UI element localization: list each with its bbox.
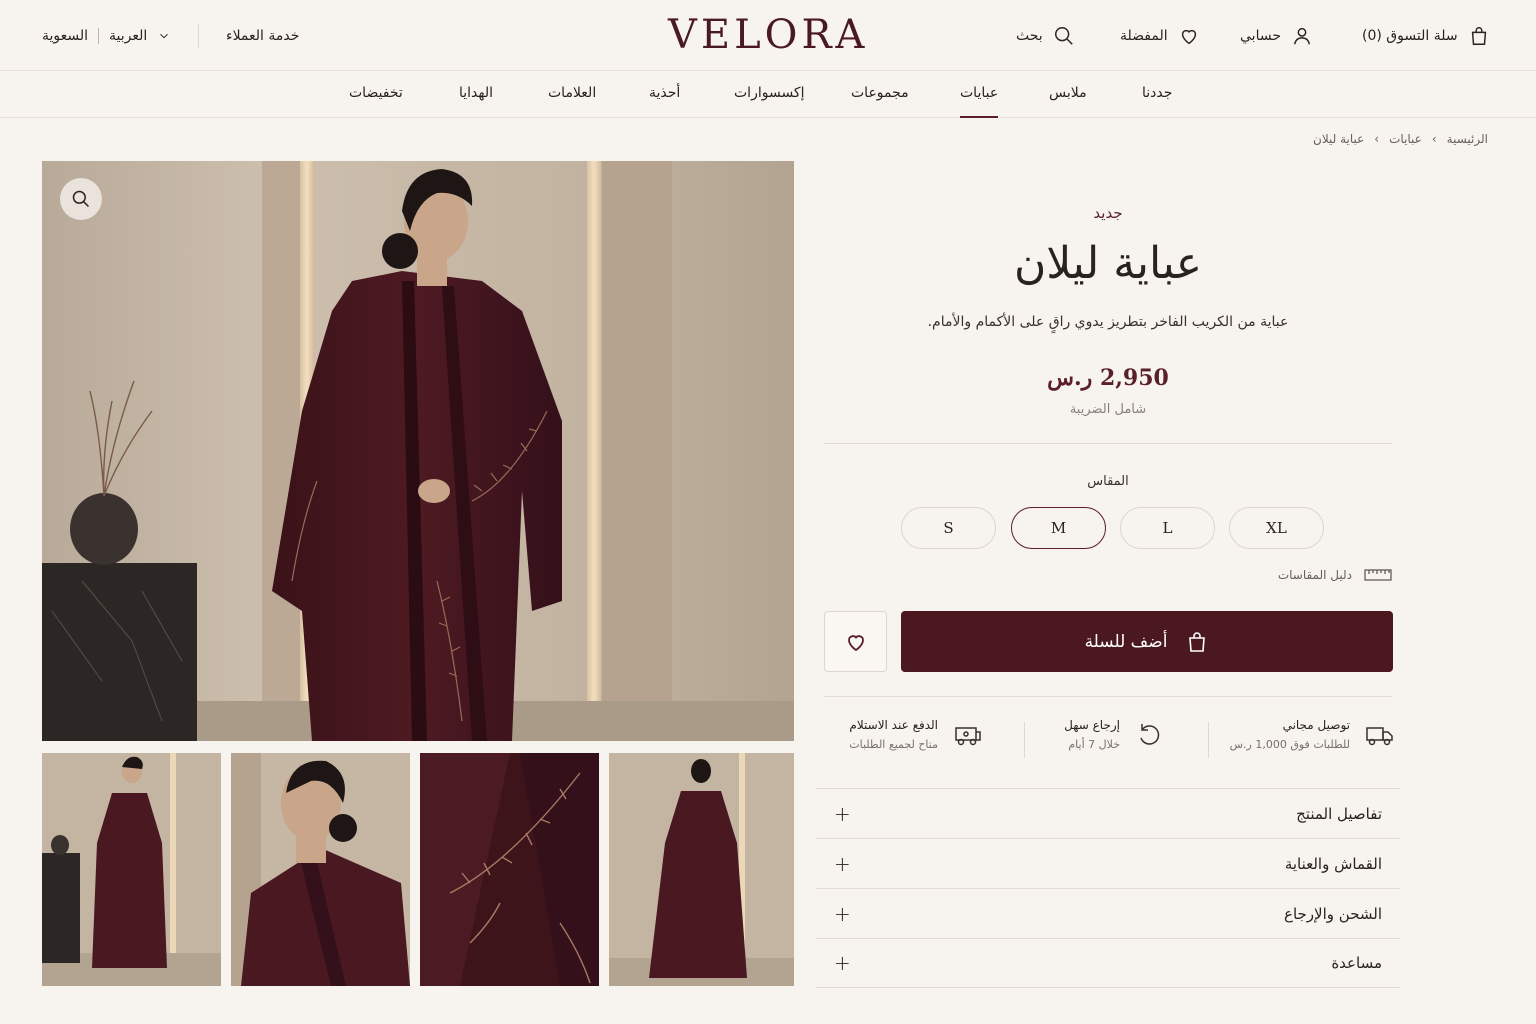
accordion-product-details[interactable]: + تفاصيل المنتج	[816, 788, 1400, 838]
size-guide-link[interactable]: دليل المقاسات	[1278, 568, 1392, 582]
nav-item-accessories[interactable]: إكسسوارات	[734, 85, 805, 101]
account-link[interactable]: حسابي	[1240, 22, 1313, 50]
size-option-s[interactable]: S	[901, 507, 996, 549]
thumbnail-full-front	[42, 753, 221, 986]
shopping-bag-icon	[1189, 631, 1206, 652]
feature-subtitle: خلال 7 أيام	[1068, 738, 1120, 751]
nav-item-sale[interactable]: تخفيضات	[349, 85, 403, 101]
thumbnail-2[interactable]	[231, 753, 410, 986]
header-divider	[198, 24, 199, 48]
feature-title: توصيل مجاني	[1282, 718, 1350, 732]
wishlist-button[interactable]	[824, 611, 887, 672]
language-separator	[98, 28, 100, 44]
nav-item-clothing[interactable]: ملابس	[1049, 85, 1087, 101]
thumbnail-embroidery-detail	[420, 753, 599, 986]
search-link[interactable]: بحث	[1016, 22, 1075, 50]
cart-link[interactable]: سلة التسوق (0)	[1362, 22, 1490, 50]
product-price: 2,950 ر.س	[1047, 365, 1169, 391]
zoom-icon	[72, 190, 90, 208]
thumbnail-4[interactable]	[609, 753, 794, 986]
size-guide-label: دليل المقاسات	[1277, 568, 1352, 582]
product-title: عباية ليلان	[1013, 238, 1202, 289]
country-label: السعوية	[42, 28, 89, 44]
product-description: عباية من الكريب الفاخر بتطريز يدوي راقٍ …	[927, 314, 1289, 330]
header: VELORA سلة التسوق (0) حسابي المفضلة بحث …	[0, 0, 1536, 71]
breadcrumb-category[interactable]: عبايات	[1389, 132, 1422, 146]
cash-delivery-icon	[955, 726, 981, 745]
thumbnail-portrait	[231, 753, 410, 986]
cart-label: سلة التسوق (0)	[1362, 28, 1458, 44]
add-to-cart-button[interactable]: أضف للسلة	[901, 611, 1393, 672]
feature-title: الدفع عند الاستلام	[849, 718, 938, 732]
size-option-xl[interactable]: XL	[1229, 507, 1324, 549]
chevron-left-icon: ›	[1374, 132, 1380, 146]
size-option-l[interactable]: L	[1120, 507, 1215, 549]
divider	[824, 696, 1392, 697]
truck-icon	[1366, 726, 1393, 745]
plus-icon: +	[834, 801, 851, 826]
accordion-help[interactable]: + مساعدة	[816, 938, 1400, 988]
breadcrumb: الرئيسية › عبايات › عباية ليلان	[1313, 132, 1488, 146]
return-icon	[1140, 723, 1160, 745]
thumbnail-back-view	[609, 753, 794, 986]
feature-subtitle: للطلبات فوق 1,000 ر.س	[1229, 738, 1350, 751]
nav-item-abayas[interactable]: عبايات	[960, 85, 999, 118]
logo[interactable]: VELORA	[668, 12, 868, 58]
product-main-image[interactable]	[42, 161, 794, 741]
nav-item-brands[interactable]: العلامات	[548, 85, 596, 101]
chevron-left-icon: ›	[1431, 132, 1437, 146]
chevron-down-icon	[160, 33, 169, 39]
feature-separator	[1024, 722, 1025, 758]
new-badge: جديد	[1093, 204, 1123, 222]
feature-cash-on-delivery: الدفع عند الاستلام متاح لجميع الطلبات	[849, 718, 982, 751]
tax-note: شامل الضريبة	[1069, 402, 1147, 417]
customer-service-link[interactable]: خدمة العملاء	[226, 22, 299, 50]
accordion-label: مساعدة	[1331, 954, 1382, 972]
search-icon	[1054, 27, 1073, 45]
feature-free-delivery: توصيل مجاني للطلبات فوق 1,000 ر.س	[1230, 718, 1394, 751]
heart-icon	[847, 634, 864, 651]
thumbnail-1[interactable]	[42, 753, 221, 986]
customer-service-label: خدمة العملاء	[226, 28, 300, 44]
thumbnail-3[interactable]	[420, 753, 599, 986]
accordion-label: تفاصيل المنتج	[1296, 804, 1382, 823]
feature-subtitle: متاح لجميع الطلبات	[849, 738, 938, 751]
accordion-label: الشحن والإرجاع	[1284, 904, 1382, 923]
breadcrumb-home[interactable]: الرئيسية	[1447, 132, 1488, 146]
favorites-link[interactable]: المفضلة	[1120, 22, 1200, 50]
feature-separator	[1208, 722, 1209, 758]
product-photo	[42, 161, 794, 741]
account-label: حسابي	[1240, 28, 1281, 44]
add-to-cart-label: أضف للسلة	[1084, 631, 1168, 652]
feature-title: إرجاع سهل	[1064, 718, 1120, 732]
divider	[824, 443, 1392, 444]
plus-icon: +	[834, 951, 851, 975]
plus-icon: +	[834, 851, 851, 876]
language-label: العربية	[109, 28, 148, 44]
shopping-bag-icon	[1471, 27, 1486, 45]
accordion-shipping-returns[interactable]: + الشحن والإرجاع	[816, 888, 1400, 938]
breadcrumb-current: عباية ليلان	[1313, 132, 1365, 146]
accordion-fabric-care[interactable]: + القماش والعناية	[816, 838, 1400, 888]
nav-item-gifts[interactable]: الهدايا	[459, 85, 493, 101]
feature-easy-return: إرجاع سهل خلال 7 أيام	[1064, 718, 1164, 751]
nav-item-collections[interactable]: مجموعات	[851, 85, 909, 101]
favorites-label: المفضلة	[1120, 28, 1168, 44]
nav-item-shoes[interactable]: أحذية	[649, 85, 680, 101]
main-nav: جددنا ملابس عبايات مجموعات إكسسوارات أحذ…	[0, 71, 1536, 118]
search-label: بحث	[1016, 28, 1043, 44]
plus-icon: +	[834, 901, 851, 926]
heart-icon	[1181, 29, 1196, 45]
size-option-m[interactable]: M	[1011, 507, 1106, 549]
accordion-label: القماش والعناية	[1284, 854, 1382, 873]
ruler-icon	[1364, 569, 1392, 581]
user-icon	[1293, 27, 1311, 45]
zoom-button[interactable]	[60, 178, 102, 220]
size-label: المقاس	[1087, 474, 1129, 489]
language-selector[interactable]: السعوية العربية	[42, 22, 171, 50]
nav-item-new[interactable]: جددنا	[1142, 85, 1172, 101]
